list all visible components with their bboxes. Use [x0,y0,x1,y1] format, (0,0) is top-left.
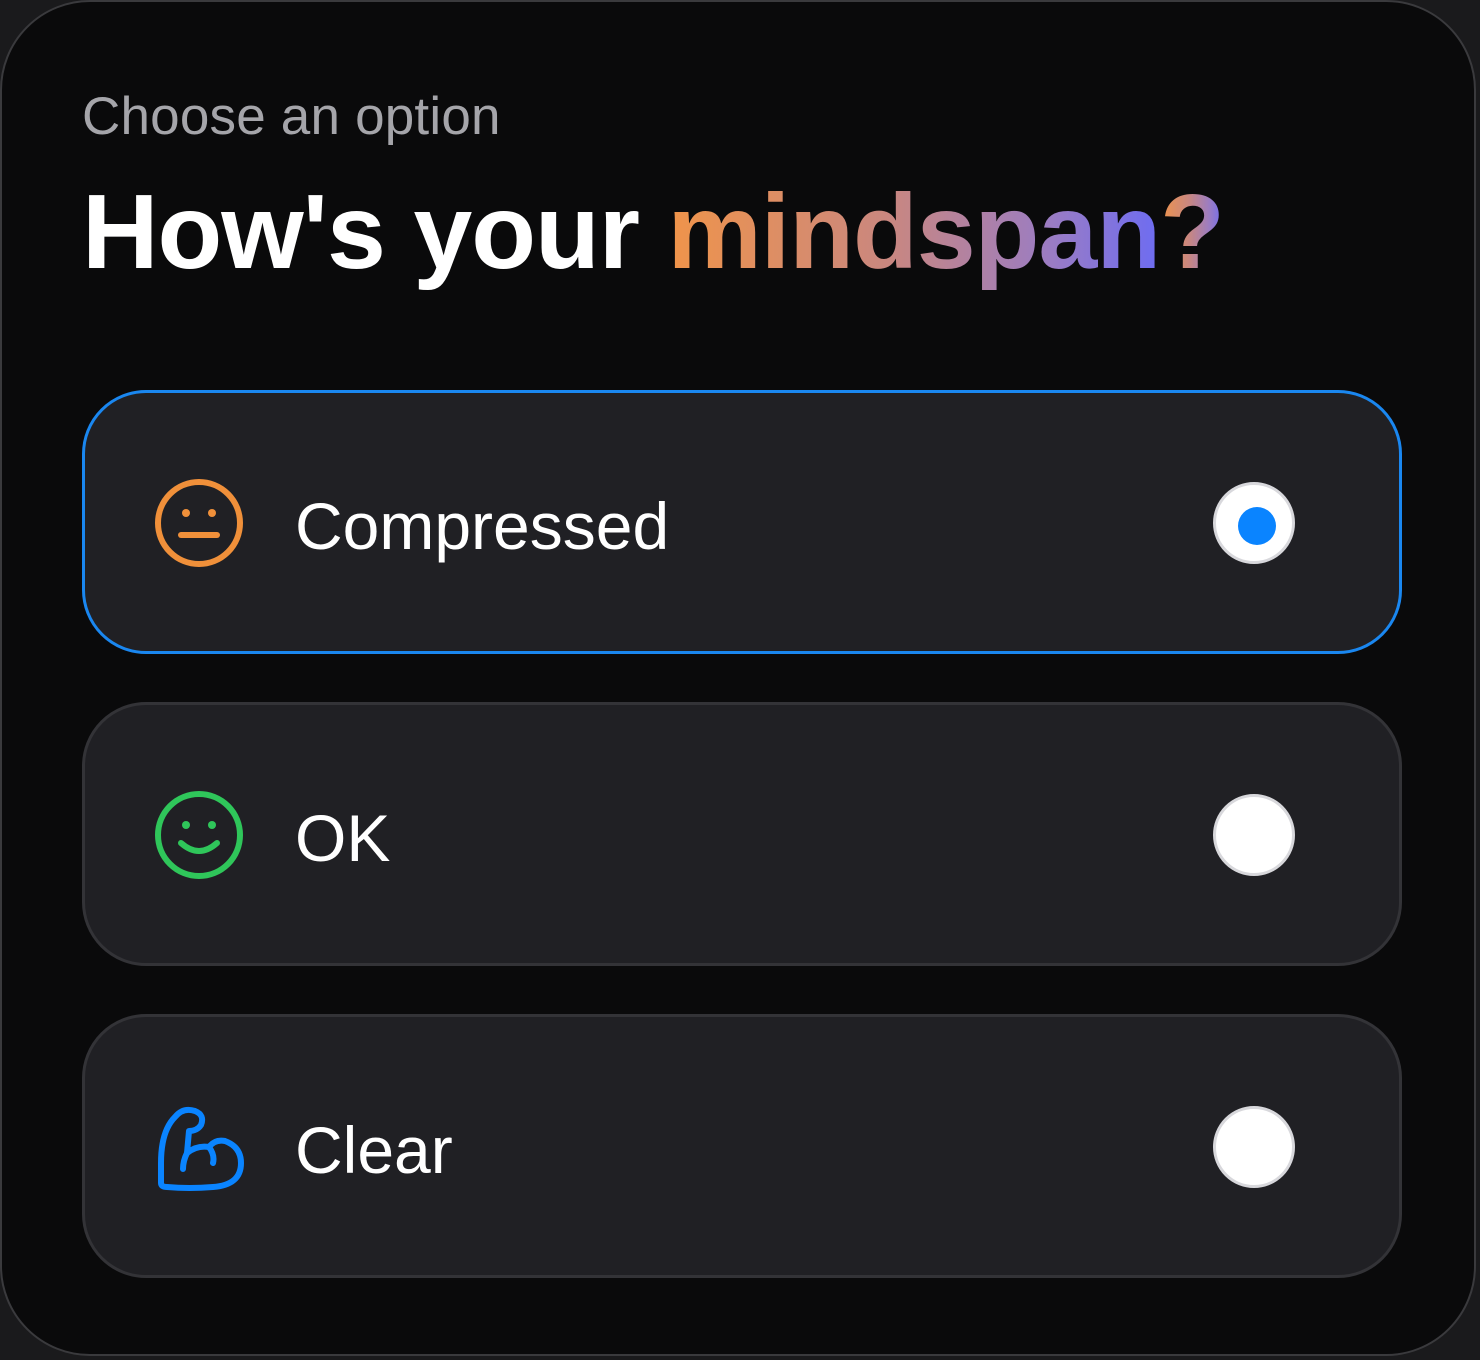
title-prefix: How's your [82,173,668,291]
neutral-face-icon [155,479,243,567]
option-clear[interactable]: Clear [82,1014,1402,1278]
mindspan-card: Choose an option How's your mindspan? Co… [0,0,1476,1356]
flexed-bicep-icon [158,1106,244,1191]
radio-selected[interactable] [1213,482,1295,564]
smile-face-icon [155,791,243,879]
option-ok[interactable]: OK [82,702,1402,966]
title-suffix: ? [1160,173,1225,291]
page-title: How's your mindspan? [82,172,1225,293]
radio-unselected[interactable] [1213,1106,1295,1188]
option-label: OK [295,801,391,875]
radio-dot [1238,507,1276,545]
option-compressed[interactable]: Compressed [82,390,1402,654]
title-highlight: mindspan [667,173,1162,291]
radio-unselected[interactable] [1213,794,1295,876]
option-label: Clear [295,1113,453,1187]
subtitle: Choose an option [82,87,501,146]
option-label: Compressed [295,489,670,563]
